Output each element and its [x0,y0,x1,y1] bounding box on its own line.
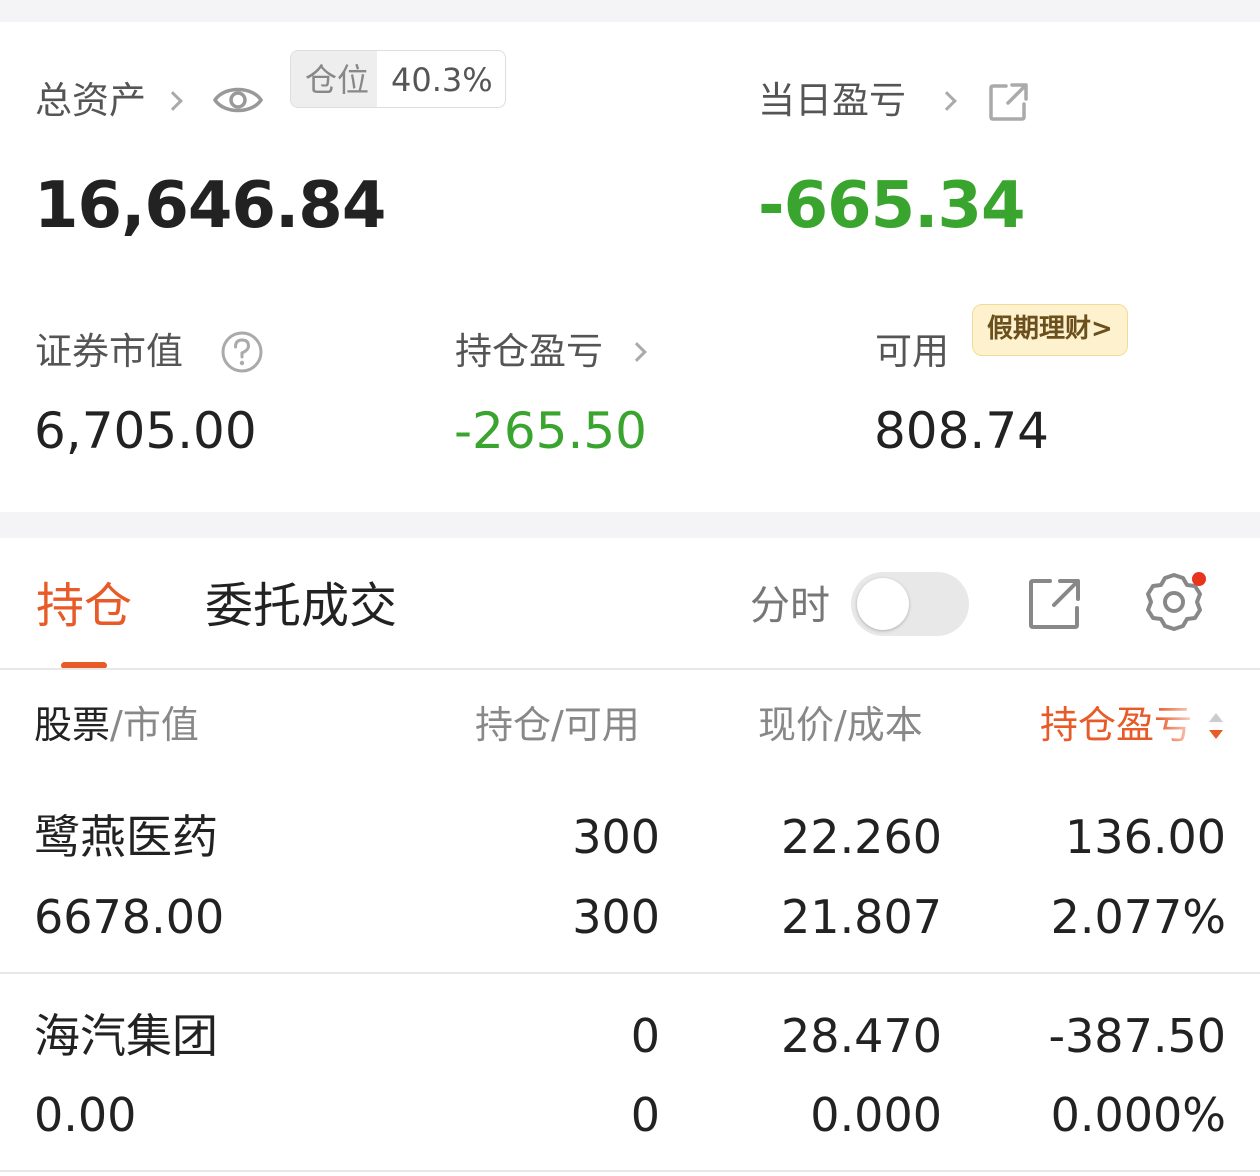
external-link-icon[interactable] [988,82,1030,122]
help-icon[interactable] [220,330,264,374]
toggle-knob [857,578,909,630]
header-stock: 股票 [34,703,111,747]
row-divider [0,972,1260,974]
available-label: 可用 [875,330,949,373]
current-price: 22.260 [781,810,942,864]
daily-pnl-label[interactable]: 当日盈亏 [758,82,906,119]
securities-value: 6,705.00 [34,402,257,460]
tab-holdings[interactable]: 持仓 [36,582,132,630]
securities-value-label: 证券市值 [35,330,183,373]
position-label: 仓位 [291,51,378,107]
holding-pnl-percent: 2.077% [1050,890,1226,944]
holding-pnl-value: -265.50 [454,402,647,460]
eye-icon[interactable] [212,82,264,118]
tab-orders[interactable]: 委托成交 [205,582,397,630]
daily-pnl-value: -665.34 [758,169,1026,243]
header-price-cost: 现价/成本 [758,703,923,747]
market-value: 6678.00 [34,890,225,944]
stock-name[interactable]: 海汽集团 [34,1013,218,1059]
holiday-finance-badge[interactable]: 假期理财> [972,304,1128,356]
share-icon[interactable] [1028,578,1082,630]
holding-quantity: 300 [572,810,660,864]
available-quantity: 0 [630,1088,660,1142]
sort-icon[interactable] [1206,708,1226,744]
holding-pnl-label[interactable]: 持仓盈亏 [455,333,603,370]
current-price: 28.470 [781,1009,942,1063]
total-assets-label[interactable]: 总资产 [35,82,146,119]
position-ratio-chip: 仓位 40.3% [290,50,506,108]
header-holding-available: 持仓/可用 [475,703,640,747]
holding-pnl: 136.00 [1065,810,1226,864]
header-market-value: /市值 [110,703,199,747]
available-value: 808.74 [874,402,1049,460]
holding-pnl: -387.50 [1048,1009,1226,1063]
timeshare-label: 分时 [750,583,830,629]
row-divider [0,1170,1260,1172]
holding-quantity: 0 [630,1009,660,1063]
header-fade [1156,706,1206,752]
market-value: 0.00 [34,1088,137,1142]
header-holding-pnl-sort[interactable]: 持仓盈亏 [1040,706,1206,752]
cost-price: 21.807 [781,890,942,944]
position-value: 40.3% [391,61,493,99]
stock-name[interactable]: 鹭燕医药 [34,814,218,860]
timeshare-toggle[interactable] [851,572,969,636]
available-quantity: 300 [572,890,660,944]
holding-pnl-percent: 0.000% [1050,1088,1226,1142]
total-assets-value: 16,646.84 [34,169,386,243]
settings-icon[interactable] [1142,570,1210,636]
cost-price: 0.000 [810,1088,942,1142]
tabs-divider [0,668,1260,670]
header-stock-market-value: 股票/市值 [34,706,199,744]
